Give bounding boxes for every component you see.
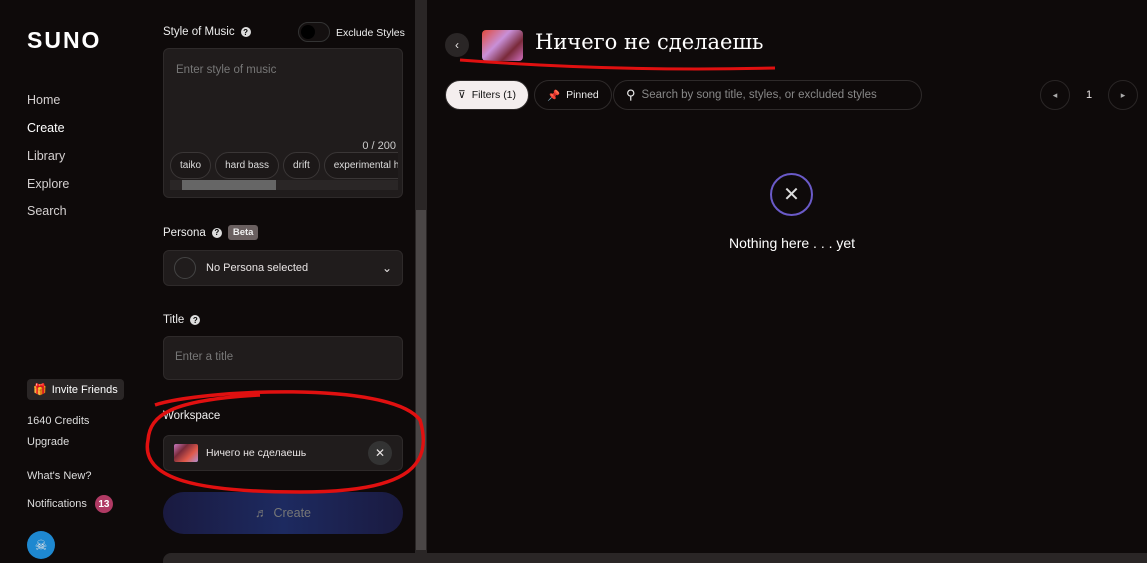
red-annotations — [145, 58, 776, 494]
annotation-underline — [459, 58, 776, 71]
annotation-ellipse — [145, 390, 426, 494]
